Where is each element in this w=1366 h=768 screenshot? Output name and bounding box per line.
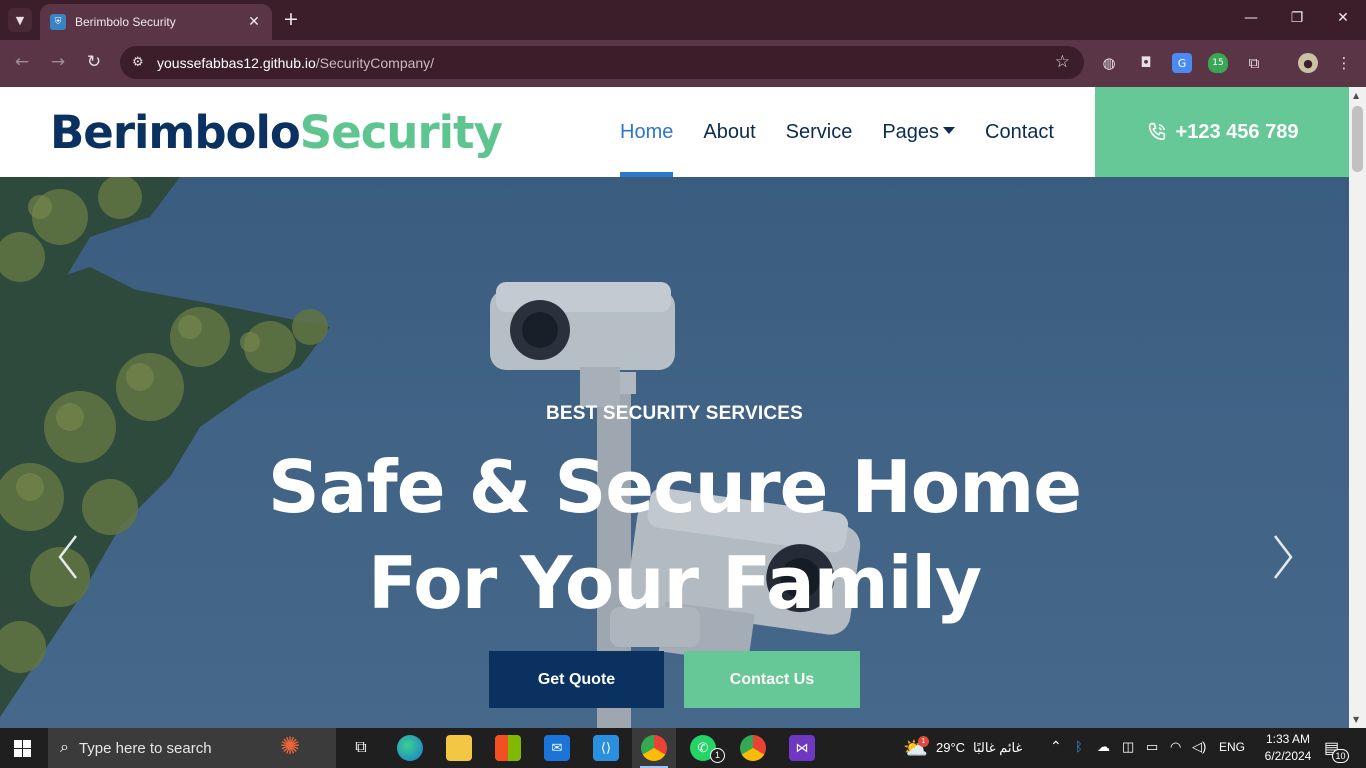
nav-pages-label: Pages: [882, 121, 940, 143]
onedrive-cloud-icon[interactable]: ☁: [1097, 739, 1110, 755]
taskbar-search-box[interactable]: ⌕ Type here to search ✺: [48, 728, 336, 768]
weather-temperature[interactable]: 29°C: [936, 740, 965, 755]
forward-button[interactable]: →: [46, 52, 70, 72]
minimize-button[interactable]: —: [1241, 10, 1261, 26]
close-window-button[interactable]: ✕: [1333, 10, 1353, 26]
reload-button[interactable]: ↻: [82, 52, 106, 72]
camera-extension-icon[interactable]: ◘: [1136, 53, 1156, 73]
shield-extension-icon[interactable]: 15: [1208, 53, 1228, 73]
browser-toolbar: ← → ↻ ⚙ youssefabbas12.github.io/Securit…: [0, 40, 1366, 87]
weather-description[interactable]: غائم غالبًا: [973, 740, 1022, 756]
wifi-icon[interactable]: ◠: [1170, 739, 1181, 755]
browser-tab-bar: ▼ ⛨ Berimbolo Security ✕ + — ❐ ✕: [0, 0, 1366, 40]
main-navigation: Home About Service Pages Contact: [620, 87, 1084, 177]
url-text[interactable]: youssefabbas12.github.io/SecurityCompany…: [157, 55, 434, 71]
task-view-icon[interactable]: ⧉: [348, 735, 374, 761]
site-favicon-icon: ⛨: [50, 14, 66, 30]
site-settings-icon[interactable]: ⚙: [132, 55, 150, 70]
mail-icon[interactable]: ✉: [544, 735, 570, 761]
extensions-puzzle-icon[interactable]: ⧉: [1244, 53, 1264, 73]
browser-tab[interactable]: ⛨ Berimbolo Security ✕: [40, 4, 272, 40]
chrome-icon[interactable]: [641, 735, 667, 761]
visual-studio-icon[interactable]: ⋈: [789, 735, 815, 761]
page-scrollbar[interactable]: ▲ ▼: [1349, 87, 1366, 728]
battery-icon[interactable]: ▭: [1146, 739, 1158, 755]
microsoft-store-icon[interactable]: [495, 735, 521, 761]
bluetooth-icon[interactable]: ᛒ: [1075, 739, 1083, 754]
caret-down-icon: [943, 127, 956, 135]
back-button[interactable]: ←: [10, 52, 34, 72]
nav-pages-dropdown[interactable]: Pages: [882, 87, 956, 177]
windows-start-icon[interactable]: [14, 740, 31, 757]
clock-time[interactable]: 1:33 AM: [1258, 732, 1318, 746]
restore-button[interactable]: ❐: [1287, 10, 1307, 26]
address-bar[interactable]: ⚙ youssefabbas12.github.io/SecurityCompa…: [120, 46, 1084, 79]
browser-menu-icon[interactable]: ⋮: [1334, 53, 1354, 73]
get-quote-button[interactable]: Get Quote: [489, 651, 664, 708]
google-translate-icon[interactable]: G: [1172, 53, 1192, 73]
vscode-icon[interactable]: ⟨⟩: [593, 735, 619, 761]
hero-subtitle: BEST SECURITY SERVICES: [545, 403, 804, 424]
hero-carousel: BEST SECURITY SERVICES Safe & Secure Hom…: [0, 177, 1349, 728]
nav-home[interactable]: Home: [620, 87, 674, 177]
new-tab-button[interactable]: +: [283, 9, 299, 29]
whatsapp-badge: 1: [710, 748, 725, 763]
scroll-down-icon[interactable]: ▼: [1353, 715, 1359, 724]
profile-avatar-icon[interactable]: ●: [1298, 53, 1318, 73]
phone-icon: [1148, 122, 1165, 141]
scrollbar-thumb[interactable]: [1352, 106, 1363, 172]
volume-icon[interactable]: ◁): [1192, 739, 1206, 755]
logo-secondary: Security: [299, 106, 503, 159]
weather-badge: 1: [918, 736, 929, 747]
carousel-prev-arrow-icon[interactable]: [54, 532, 84, 582]
tab-search-button[interactable]: ▼: [8, 8, 32, 32]
carousel-next-arrow-icon[interactable]: [1267, 532, 1297, 582]
nav-contact[interactable]: Contact: [985, 87, 1054, 177]
hero-title-line-2: For Your Family: [368, 541, 982, 625]
scroll-up-icon[interactable]: ▲: [1353, 91, 1359, 100]
site-header: BerimboloSecurity Home About Service Pag…: [0, 87, 1349, 177]
phone-cta[interactable]: +123 456 789: [1095, 87, 1349, 177]
search-placeholder: Type here to search: [78, 739, 212, 757]
url-path: /SecurityCompany/: [315, 54, 435, 71]
close-tab-icon[interactable]: ✕: [246, 14, 262, 30]
bookmark-star-icon[interactable]: ☆: [1055, 52, 1070, 72]
windows-taskbar: ⌕ Type here to search ✺ ⧉ ✉ ⟨⟩ ✆ 1 ⋈ ⛅ 1…: [0, 728, 1366, 768]
tray-overflow-chevron-icon[interactable]: ⌃: [1050, 738, 1062, 755]
language-indicator[interactable]: ENG: [1219, 740, 1245, 754]
edge-browser-icon[interactable]: [397, 735, 423, 761]
logo-primary: Berimbolo: [50, 106, 301, 159]
search-highlight-icon: ✺: [280, 733, 301, 760]
translate-globe-icon[interactable]: ◍: [1099, 53, 1119, 73]
notification-count-badge: 10: [1332, 749, 1349, 763]
nav-service[interactable]: Service: [786, 87, 853, 177]
hero-title-line-1: Safe & Secure Home: [267, 445, 1082, 529]
nav-about[interactable]: About: [703, 87, 755, 177]
clock-date[interactable]: 6/2/2024: [1253, 749, 1323, 763]
site-logo[interactable]: BerimboloSecurity: [50, 106, 503, 159]
chevron-down-icon: ▼: [15, 13, 25, 27]
meet-now-icon[interactable]: ◫: [1122, 739, 1134, 755]
phone-number: +123 456 789: [1175, 120, 1299, 143]
chrome-second-window-icon[interactable]: [740, 735, 766, 761]
url-domain: youssefabbas12.github.io: [157, 54, 316, 71]
file-explorer-icon[interactable]: [446, 735, 472, 761]
contact-us-button[interactable]: Contact Us: [684, 651, 860, 708]
hero-title: Safe & Secure Home For Your Family: [0, 439, 1349, 631]
search-icon: ⌕: [60, 739, 69, 756]
tab-title: Berimbolo Security: [75, 15, 176, 29]
